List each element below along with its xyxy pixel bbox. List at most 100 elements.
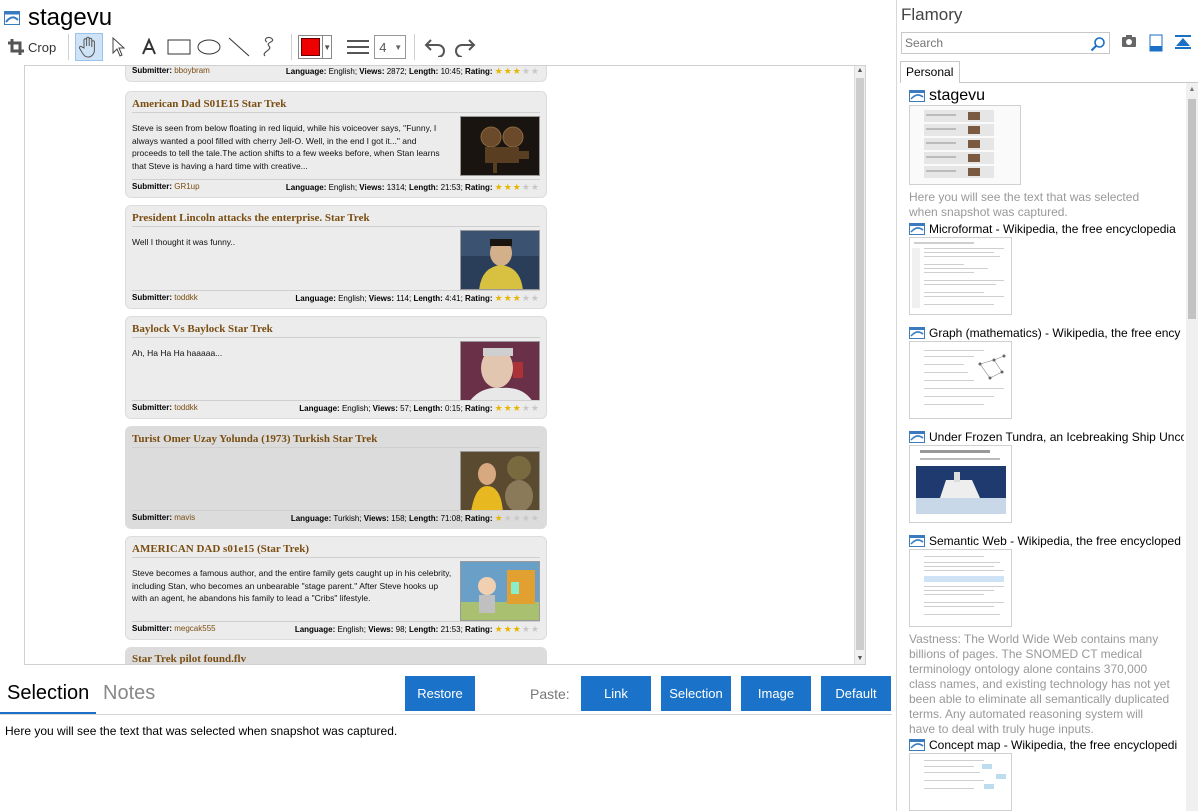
search-icon[interactable] bbox=[1090, 36, 1106, 52]
undo-button[interactable] bbox=[421, 33, 449, 61]
move-top-icon[interactable] bbox=[1175, 34, 1191, 50]
text-tool-button[interactable] bbox=[135, 33, 163, 61]
divider bbox=[132, 510, 540, 511]
ellipse-tool-button[interactable] bbox=[195, 33, 223, 61]
video-title[interactable]: Star Trek pilot found.flv bbox=[132, 653, 246, 664]
chevron-down-icon: ▼ bbox=[322, 36, 331, 58]
video-thumbnail[interactable] bbox=[460, 341, 540, 401]
entry-title[interactable]: Semantic Web - Wikipedia, the free encyc… bbox=[929, 534, 1181, 548]
redo-button[interactable] bbox=[451, 33, 479, 61]
video-card[interactable]: AMERICAN DAD s01e15 (Star Trek) Steve be… bbox=[125, 536, 547, 640]
sidebar-scrollbar[interactable]: ▲ bbox=[1186, 83, 1198, 811]
video-card[interactable]: Turist Omer Uzay Yolunda (1973) Turkish … bbox=[125, 426, 547, 529]
snapshot-thumbnail[interactable] bbox=[909, 237, 1012, 315]
submitter-link[interactable]: GR1up bbox=[174, 182, 199, 191]
video-thumbnail[interactable] bbox=[460, 230, 540, 290]
video-description: Steve becomes a famous author, and the e… bbox=[132, 568, 452, 603]
star-icon: ★ bbox=[494, 182, 503, 192]
page-icon[interactable] bbox=[1149, 34, 1163, 52]
video-description: Ah, Ha Ha Ha haaaaa... bbox=[132, 348, 223, 358]
selection-text[interactable]: Here you will see the text that was sele… bbox=[5, 724, 397, 738]
freehand-tool-button[interactable] bbox=[255, 33, 283, 61]
video-card[interactable]: American Dad S01E15 Star Trek Steve is s… bbox=[125, 91, 547, 198]
entry-title[interactable]: Concept map - Wikipedia, the free encycl… bbox=[929, 738, 1177, 752]
crop-label: Crop bbox=[28, 39, 57, 55]
entry-title[interactable]: stagevu bbox=[929, 88, 985, 104]
snapshot-scrollbar[interactable]: ▲ ▼ bbox=[854, 66, 865, 664]
video-title[interactable]: American Dad S01E15 Star Trek bbox=[132, 98, 286, 110]
snapshot-thumbnail[interactable] bbox=[909, 445, 1012, 523]
submitter-link[interactable]: megcak555 bbox=[174, 624, 215, 633]
submitter-link[interactable]: bboybram bbox=[174, 66, 210, 75]
snapshot-entry[interactable]: Concept map - Wikipedia, the free encycl… bbox=[909, 738, 1184, 811]
star-icon: ★ bbox=[521, 182, 530, 192]
line-width-icon-button[interactable] bbox=[344, 33, 372, 61]
rectangle-icon bbox=[167, 39, 191, 55]
star-icon: ★ bbox=[512, 293, 521, 303]
star-icon: ★ bbox=[503, 182, 512, 192]
video-thumbnail[interactable] bbox=[460, 561, 540, 621]
snapshot-thumbnail[interactable] bbox=[909, 549, 1012, 627]
snapshot-thumbnail[interactable] bbox=[909, 105, 1021, 185]
page-favicon-icon bbox=[909, 739, 925, 751]
paste-selection-button[interactable]: Selection bbox=[661, 676, 731, 711]
video-title[interactable]: Baylock Vs Baylock Star Trek bbox=[132, 323, 273, 335]
divider bbox=[132, 621, 540, 622]
paste-image-button[interactable]: Image bbox=[741, 676, 811, 711]
scroll-up-icon[interactable]: ▲ bbox=[1186, 86, 1198, 93]
video-thumbnail[interactable] bbox=[460, 116, 540, 176]
scrollbar-thumb[interactable] bbox=[856, 78, 864, 650]
snapshot-entry[interactable]: Graph (mathematics) - Wikipedia, the fre… bbox=[909, 326, 1184, 419]
snapshot-thumbnail[interactable] bbox=[909, 341, 1012, 419]
tab-selection[interactable]: Selection bbox=[7, 682, 89, 705]
paste-default-button[interactable]: Default bbox=[821, 676, 891, 711]
entry-title[interactable]: Graph (mathematics) - Wikipedia, the fre… bbox=[929, 326, 1180, 340]
tab-notes[interactable]: Notes bbox=[103, 682, 155, 705]
snapshot-entry[interactable]: Semantic Web - Wikipedia, the free encyc… bbox=[909, 534, 1184, 737]
rating-stars: ★ ★ ★ ★ ★ bbox=[495, 624, 540, 634]
submitter-link[interactable]: toddkk bbox=[174, 293, 198, 302]
video-thumbnail[interactable] bbox=[460, 451, 540, 511]
video-description: Well I thought it was funny.. bbox=[132, 237, 236, 247]
line-tool-button[interactable] bbox=[225, 33, 253, 61]
rectangle-tool-button[interactable] bbox=[165, 33, 193, 61]
snapshot-entry[interactable]: Microformat - Wikipedia, the free encycl… bbox=[909, 222, 1184, 315]
search-input[interactable] bbox=[902, 36, 1087, 50]
entry-title[interactable]: Under Frozen Tundra, an Icebreaking Ship… bbox=[929, 430, 1184, 444]
snapshot-entry[interactable]: Under Frozen Tundra, an Icebreaking Ship… bbox=[909, 430, 1184, 523]
line-width-icon bbox=[347, 40, 370, 54]
star-icon: ★ bbox=[521, 624, 530, 634]
entry-title[interactable]: Microformat - Wikipedia, the free encycl… bbox=[929, 222, 1176, 236]
video-title[interactable]: President Lincoln attacks the enterprise… bbox=[132, 212, 370, 224]
select-tool-button[interactable] bbox=[105, 33, 133, 61]
scroll-up-icon[interactable]: ▲ bbox=[855, 66, 865, 76]
video-title[interactable]: AMERICAN DAD s01e15 (Star Trek) bbox=[132, 543, 309, 555]
line-width-select[interactable]: 4 ▼ bbox=[374, 33, 407, 61]
star-icon: ★ bbox=[512, 513, 521, 523]
search-box[interactable] bbox=[901, 32, 1110, 54]
ellipse-icon bbox=[197, 39, 221, 55]
submitter-link[interactable]: toddkk bbox=[174, 403, 198, 412]
divider bbox=[132, 290, 540, 291]
card-footer: Submitter: toddkk Language: English; Vie… bbox=[132, 403, 539, 413]
hand-tool-button[interactable] bbox=[75, 33, 104, 61]
video-card[interactable]: Baylock Vs Baylock Star Trek Ah, Ha Ha H… bbox=[125, 316, 547, 419]
scroll-down-icon[interactable]: ▼ bbox=[855, 654, 865, 664]
paste-link-button[interactable]: Link bbox=[581, 676, 651, 711]
camera-icon[interactable] bbox=[1121, 34, 1137, 48]
submitter-link[interactable]: mavis bbox=[174, 513, 195, 522]
video-title[interactable]: Turist Omer Uzay Yolunda (1973) Turkish … bbox=[132, 433, 377, 445]
crop-button[interactable]: Crop bbox=[4, 33, 60, 61]
entry-description: Here you will see the text that was sele… bbox=[909, 190, 1140, 219]
tab-personal[interactable]: Personal bbox=[900, 61, 960, 83]
snapshot-thumbnail[interactable] bbox=[909, 753, 1012, 811]
color-picker[interactable]: ▼ bbox=[298, 33, 333, 61]
scrollbar-thumb[interactable] bbox=[1188, 99, 1196, 319]
snapshot-view[interactable]: Submitter: bboybram Language: English; V… bbox=[24, 65, 866, 665]
star-icon: ★ bbox=[494, 66, 503, 76]
page-favicon-icon bbox=[909, 327, 925, 339]
snapshot-entry[interactable]: stagevu Here you will see the text that … bbox=[909, 88, 1184, 220]
video-card[interactable]: Star Trek pilot found.flv bbox=[125, 647, 547, 664]
restore-button[interactable]: Restore bbox=[405, 676, 475, 711]
video-card[interactable]: President Lincoln attacks the enterprise… bbox=[125, 205, 547, 309]
